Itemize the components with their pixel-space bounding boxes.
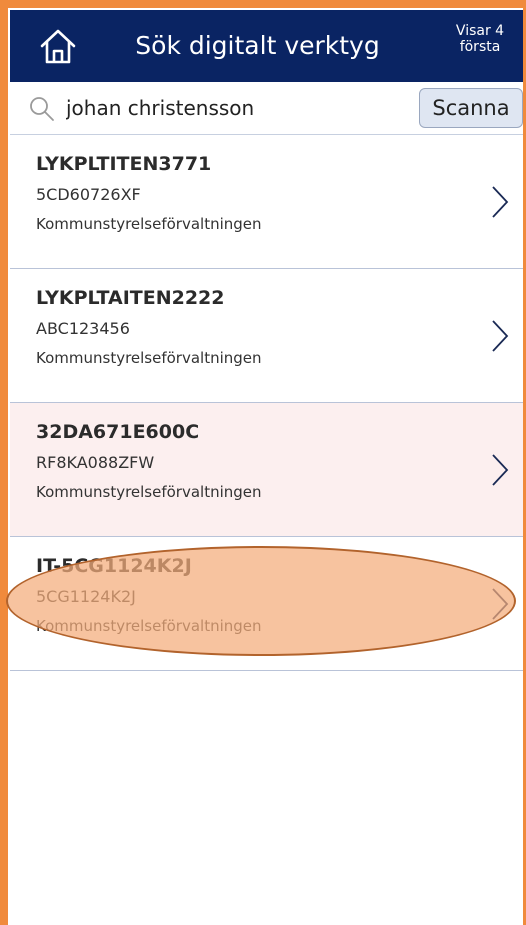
list-item-selected[interactable]: 32DA671E600C RF8KA088ZFW Kommunstyrelsef… xyxy=(10,403,523,537)
chevron-right-icon xyxy=(492,186,509,218)
list-item[interactable]: LYKPLTAITEN2222 ABC123456 Kommunstyrelse… xyxy=(10,269,523,403)
app-header: Sök digitalt verktyg Visar 4 första xyxy=(10,10,523,82)
chevron-right-icon xyxy=(492,320,509,352)
results-list: LYKPLTITEN3771 5CD60726XF Kommunstyrelse… xyxy=(10,135,523,671)
result-count-line1: Visar 4 xyxy=(455,23,505,39)
item-serial: ABC123456 xyxy=(36,319,130,338)
chevron-right-icon xyxy=(492,454,509,486)
chevron-right-icon xyxy=(492,588,509,620)
item-name: LYKPLTITEN3771 xyxy=(36,153,212,175)
result-count-label: Visar 4 första xyxy=(445,23,515,55)
page-title: Sök digitalt verktyg xyxy=(135,31,380,60)
search-bar: Scanna xyxy=(10,82,523,135)
search-icon xyxy=(30,97,54,121)
home-icon xyxy=(40,29,76,64)
item-serial: 5CG1124K2J xyxy=(36,587,136,606)
result-count-line2: första xyxy=(459,39,501,55)
scan-button[interactable]: Scanna xyxy=(419,88,523,128)
item-name: 32DA671E600C xyxy=(36,421,200,443)
list-item[interactable]: IT-5CG1124K2J 5CG1124K2J Kommunstyrelsef… xyxy=(10,537,523,671)
item-serial: 5CD60726XF xyxy=(36,185,141,204)
item-organization: Kommunstyrelseförvaltningen xyxy=(36,483,262,501)
item-name: IT-5CG1124K2J xyxy=(36,555,192,577)
item-organization: Kommunstyrelseförvaltningen xyxy=(36,349,262,367)
search-input[interactable] xyxy=(66,90,396,126)
app-screen: Sök digitalt verktyg Visar 4 första Scan… xyxy=(10,10,523,925)
item-organization: Kommunstyrelseförvaltningen xyxy=(36,215,262,233)
home-button[interactable] xyxy=(36,26,80,66)
item-name: LYKPLTAITEN2222 xyxy=(36,287,225,309)
item-serial: RF8KA088ZFW xyxy=(36,453,155,472)
list-item[interactable]: LYKPLTITEN3771 5CD60726XF Kommunstyrelse… xyxy=(10,135,523,269)
item-organization: Kommunstyrelseförvaltningen xyxy=(36,617,262,635)
